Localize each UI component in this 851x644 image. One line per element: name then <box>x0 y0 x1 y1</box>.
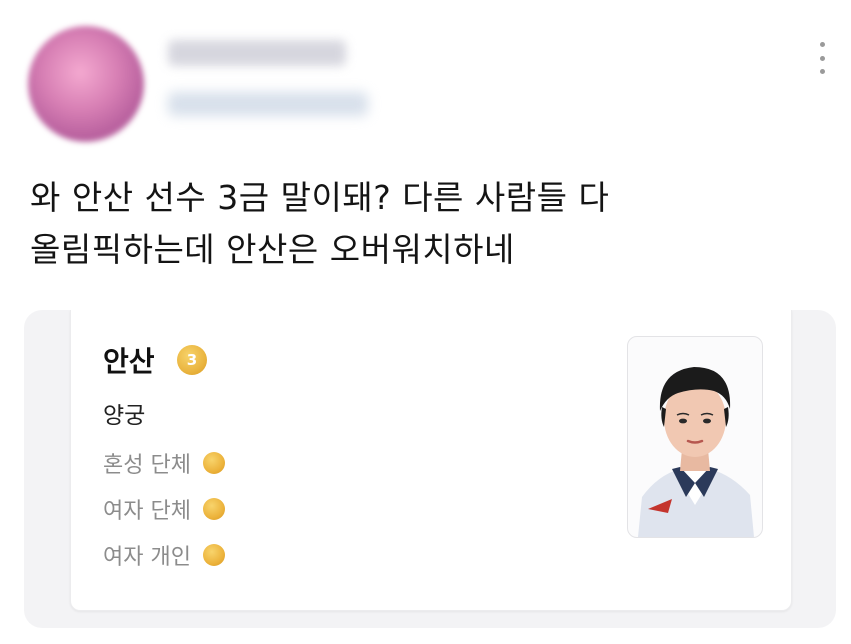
gold-medal-icon <box>202 498 225 520</box>
post-text: 와 안산 선수 3금 말이돼? 다른 사람들 다 올림픽하는데 안산은 오버워치… <box>30 172 810 276</box>
athlete-name: 안산 <box>103 345 155 378</box>
athlete-card: 안산 3 양궁 혼성 단체 여자 단체 여자 개인 <box>70 310 792 611</box>
athlete-photo <box>627 336 763 538</box>
event-row: 혼성 단체 <box>103 440 225 486</box>
medal-count-badge: 3 <box>177 345 207 375</box>
gold-medal-icon <box>202 452 225 474</box>
more-options-button[interactable] <box>810 42 834 74</box>
gold-medal-icon <box>202 544 225 566</box>
event-row: 여자 개인 <box>103 532 225 578</box>
event-name: 여자 개인 <box>103 545 191 570</box>
post-text-line: 와 안산 선수 3금 말이돼? 다른 사람들 다 <box>30 178 610 217</box>
more-vertical-icon <box>819 42 825 47</box>
event-row: 여자 단체 <box>103 486 225 532</box>
handle-blurred[interactable] <box>168 92 368 116</box>
attached-image[interactable]: 안산 3 양궁 혼성 단체 여자 단체 여자 개인 <box>24 310 836 628</box>
sport-label: 양궁 <box>103 403 146 429</box>
event-name: 여자 단체 <box>103 499 191 524</box>
username-blurred[interactable] <box>168 40 346 66</box>
post-text-line: 올림픽하는데 안산은 오버워치하네 <box>30 230 515 269</box>
avatar[interactable] <box>28 26 144 142</box>
post-header <box>0 0 851 150</box>
event-list: 혼성 단체 여자 단체 여자 개인 <box>103 440 225 578</box>
event-name: 혼성 단체 <box>103 453 191 478</box>
athlete-portrait-icon <box>638 367 754 537</box>
